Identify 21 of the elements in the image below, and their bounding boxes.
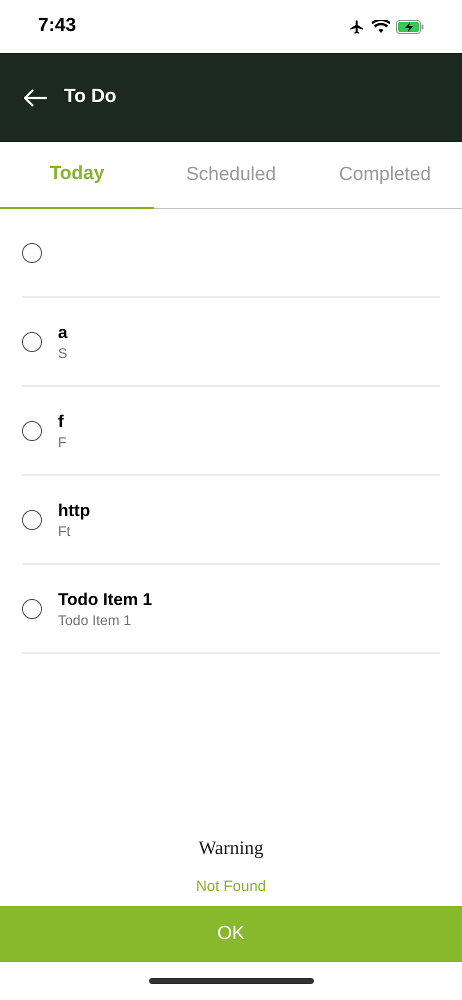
- item-title: Todo Item 1: [58, 588, 152, 610]
- back-button[interactable]: [24, 88, 48, 106]
- item-subtitle: Ft: [58, 522, 72, 540]
- item-title: http: [58, 500, 90, 522]
- item-subtitle: F: [58, 432, 67, 450]
- tab[interactable]: Scheduled: [154, 142, 308, 208]
- tab[interactable]: Today: [0, 142, 154, 209]
- alert-title: Warning: [198, 837, 264, 861]
- screen-title: To Do: [64, 85, 116, 110]
- status-time: 7:43: [38, 14, 76, 38]
- wifi-icon: [372, 20, 390, 34]
- tab[interactable]: Completed: [308, 142, 462, 208]
- ok-button[interactable]: OK: [0, 906, 462, 962]
- item-title: f: [58, 410, 65, 432]
- airplane-icon: [348, 18, 366, 34]
- back-arrow-icon: [24, 88, 48, 106]
- item-subtitle: S: [58, 344, 68, 362]
- alert-message: Not Found: [196, 876, 266, 896]
- item-subtitle: Todo Item 1: [58, 610, 132, 628]
- item-title: a: [58, 322, 68, 344]
- battery-icon: [396, 20, 424, 34]
